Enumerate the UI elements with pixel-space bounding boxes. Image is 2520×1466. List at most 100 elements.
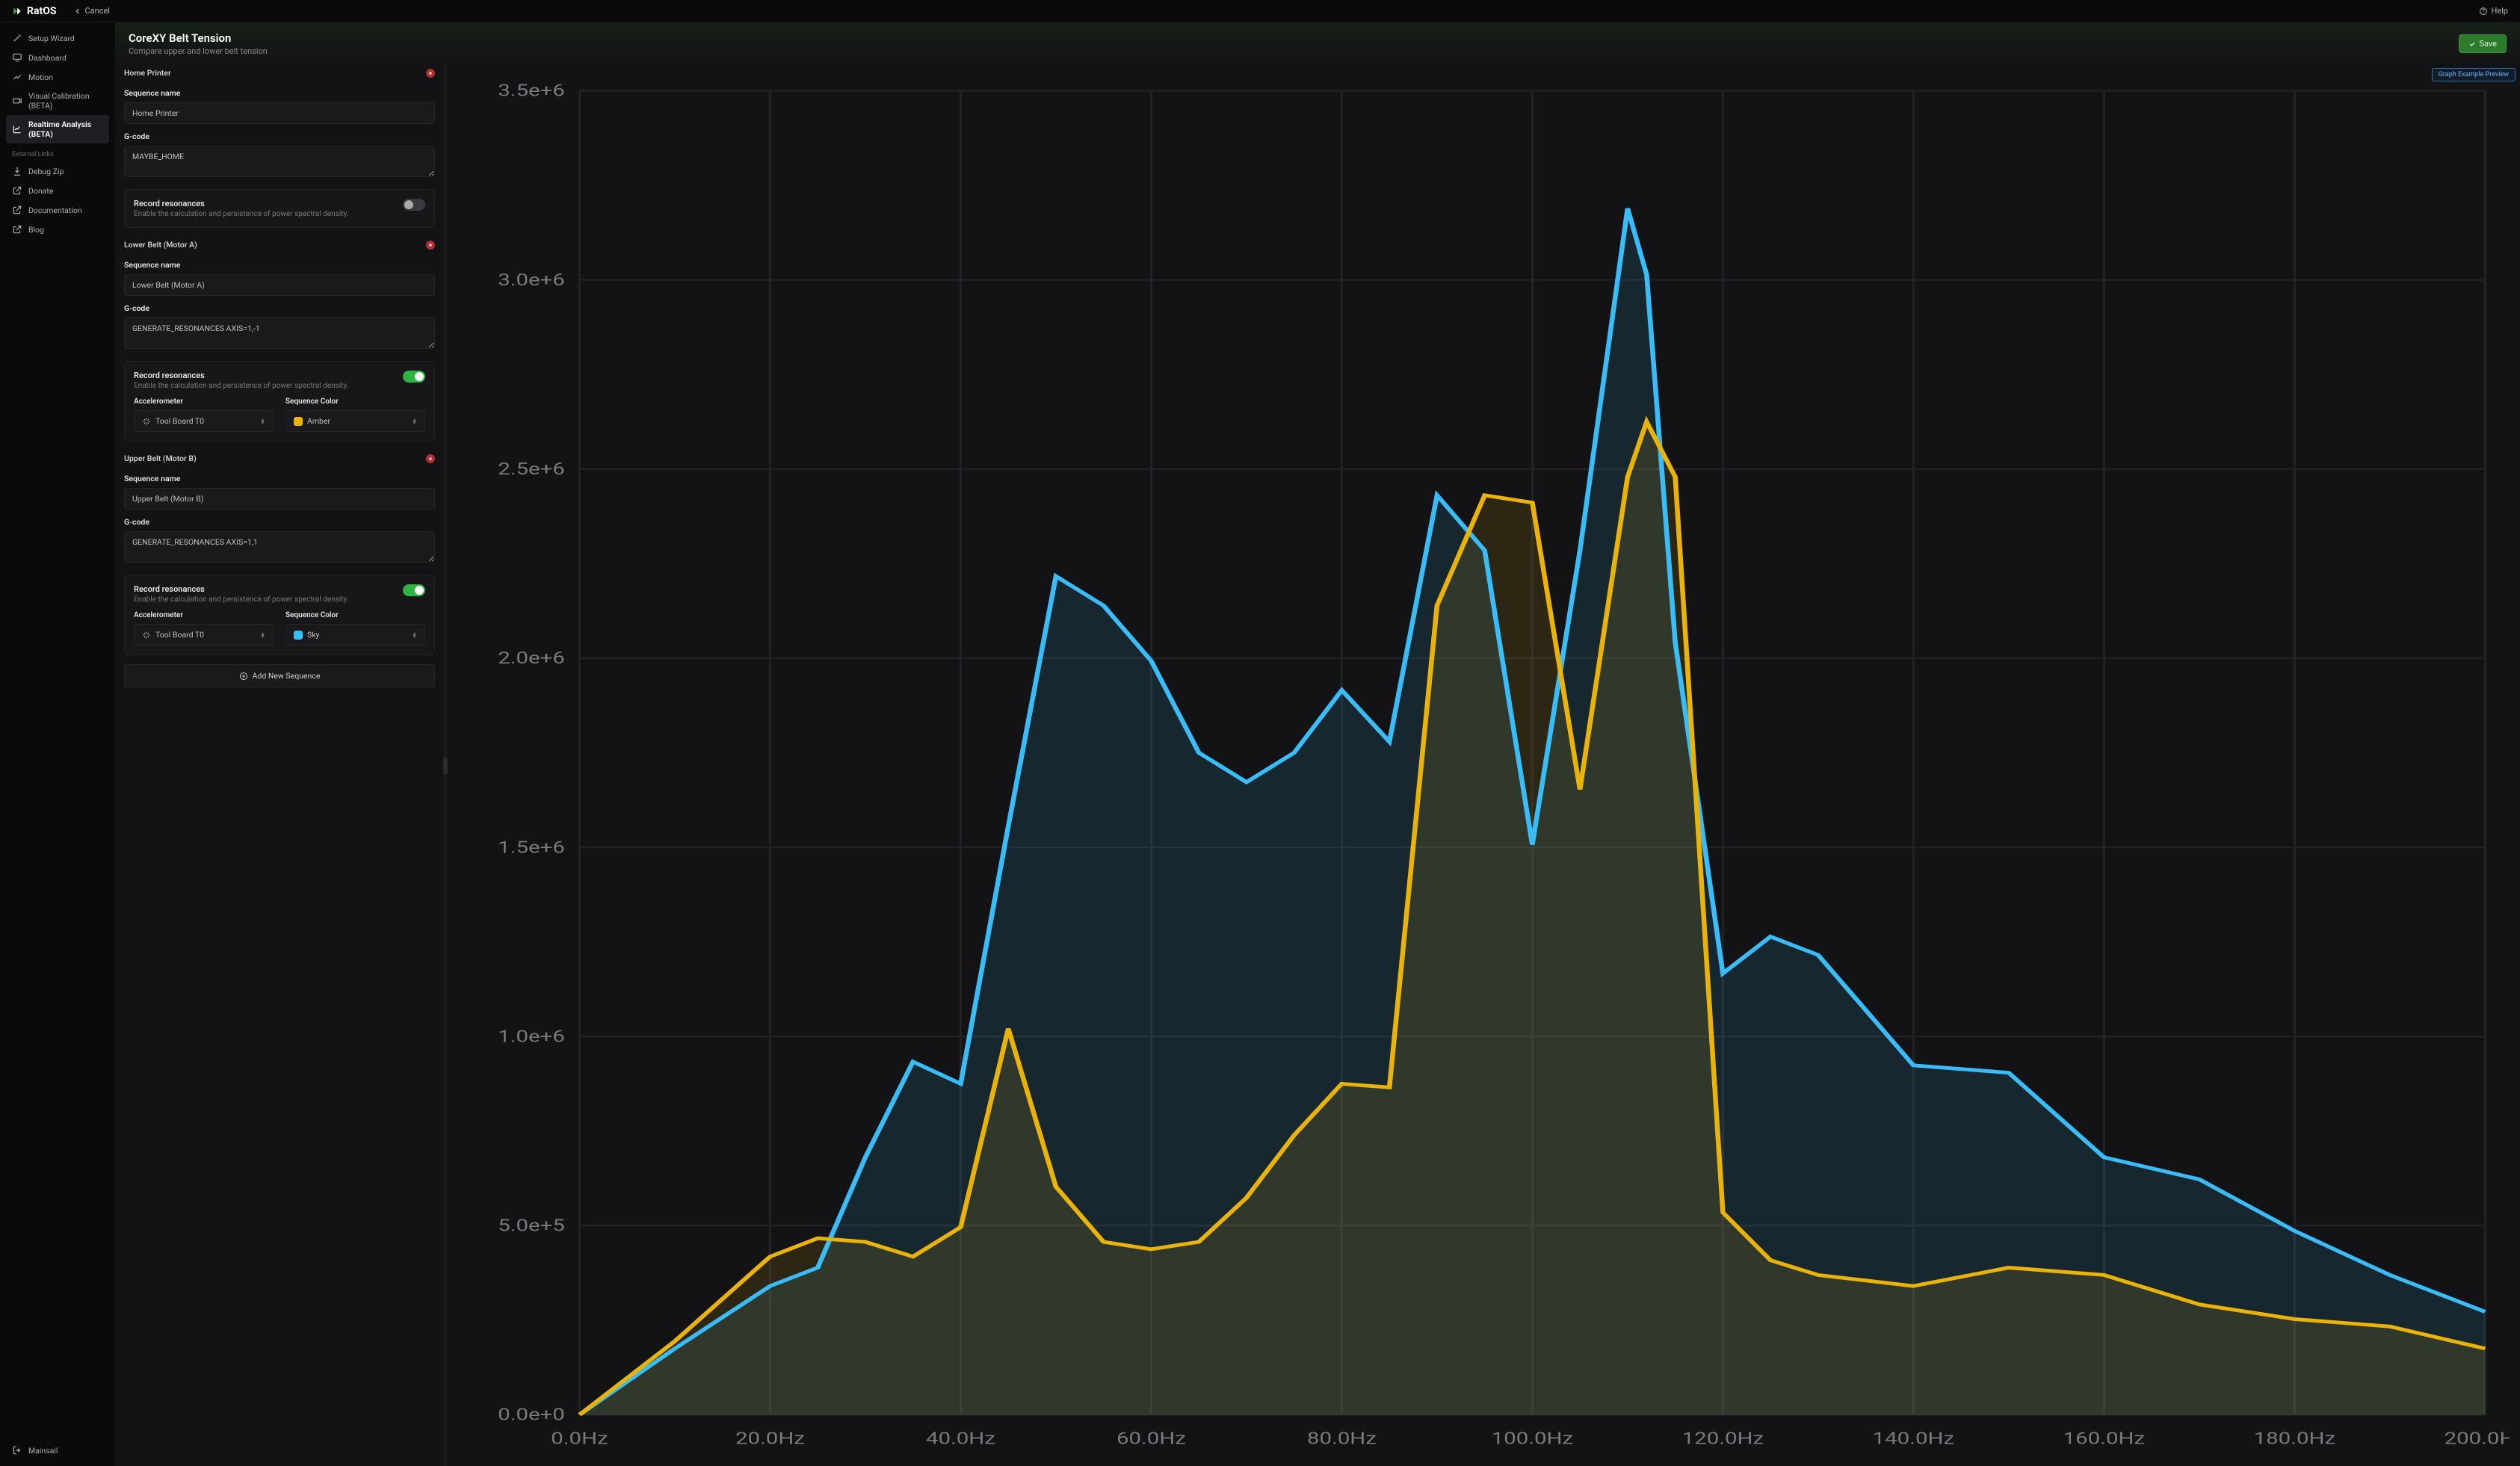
svg-text:80.0Hz: 80.0Hz	[1307, 1429, 1377, 1448]
sequence-name-input[interactable]	[124, 488, 435, 510]
field-label: Sequence name	[124, 88, 435, 98]
sequence-title: Upper Belt (Motor B)	[124, 454, 197, 463]
record-desc: Enable the calculation and persistence o…	[134, 210, 348, 218]
remove-sequence-button[interactable]	[426, 454, 435, 463]
svg-text:0.0e+0: 0.0e+0	[498, 1405, 565, 1424]
sidebar-item-setup-wizard[interactable]: Setup Wizard	[6, 28, 109, 48]
svg-text:2.0e+6: 2.0e+6	[498, 649, 565, 668]
sidebar-item-dashboard[interactable]: Dashboard	[6, 48, 109, 67]
external-link-icon	[12, 205, 22, 215]
chevron-updown-icon: ▲▼	[260, 418, 265, 424]
sidebar-item-blog[interactable]: Blog	[6, 220, 109, 239]
svg-text:120.0Hz: 120.0Hz	[1682, 1429, 1764, 1448]
svg-text:40.0Hz: 40.0Hz	[926, 1429, 995, 1448]
field-label: Sequence name	[124, 474, 435, 483]
color-select[interactable]: Amber ▲▼	[285, 410, 425, 432]
field-label: G-code	[124, 303, 435, 313]
chip-icon	[142, 631, 151, 640]
sidebar-section-external: External Links	[6, 143, 109, 161]
page-title: CoreXY Belt Tension	[129, 31, 268, 45]
sidebar-item-label: Debug Zip	[28, 167, 64, 176]
field-label: Sequence Color	[285, 611, 425, 619]
wand-icon	[12, 33, 22, 43]
sequence-title: Lower Belt (Motor A)	[124, 240, 197, 250]
topbar: RatOS Cancel Help	[0, 0, 2520, 22]
plus-circle-icon	[239, 672, 248, 681]
sidebar-item-motion[interactable]: Motion	[6, 67, 109, 87]
save-button[interactable]: Save	[2459, 34, 2507, 53]
sidebar-item-debug-zip[interactable]: Debug Zip	[6, 161, 109, 181]
camera-icon	[12, 96, 22, 106]
record-label: Record resonances	[134, 371, 348, 380]
sidebar-item-label: Dashboard	[28, 53, 67, 63]
add-sequence-button[interactable]: Add New Sequence	[124, 664, 435, 687]
check-icon	[2468, 40, 2476, 48]
sidebar-item-label: Motion	[28, 72, 53, 82]
color-swatch	[294, 417, 303, 426]
gcode-input[interactable]	[124, 146, 435, 177]
chevron-updown-icon: ▲▼	[412, 418, 417, 424]
close-icon	[428, 457, 433, 461]
color-select[interactable]: Sky ▲▼	[285, 624, 425, 646]
record-toggle[interactable]	[403, 584, 425, 596]
sidebar: Setup Wizard Dashboard Motion Visual Cal…	[0, 22, 115, 1466]
sequence-title: Home Printer	[124, 68, 171, 78]
close-icon	[428, 71, 433, 75]
color-swatch	[294, 631, 303, 640]
accelerometer-select[interactable]: Tool Board T0 ▲▼	[134, 624, 274, 646]
field-label: G-code	[124, 517, 435, 527]
sidebar-item-label: Documentation	[28, 205, 82, 215]
logo-icon	[12, 6, 22, 16]
cancel-button[interactable]: Cancel	[74, 6, 109, 16]
chevron-updown-icon: ▲▼	[412, 632, 417, 638]
sidebar-item-visual-calibration[interactable]: Visual Calibration (BETA)	[6, 87, 109, 115]
remove-sequence-button[interactable]	[426, 69, 435, 78]
sidebar-item-documentation[interactable]: Documentation	[6, 200, 109, 220]
help-button[interactable]: Help	[2479, 6, 2508, 16]
remove-sequence-button[interactable]	[426, 241, 435, 250]
close-icon	[428, 243, 433, 247]
gcode-input[interactable]	[124, 318, 435, 349]
sidebar-item-label: Setup Wizard	[28, 34, 75, 43]
sequence-panel: Home Printer Sequence name G-code Record…	[115, 65, 444, 1466]
svg-text:20.0Hz: 20.0Hz	[735, 1429, 805, 1448]
chip-icon	[142, 417, 151, 426]
sequence-card: Home Printer Sequence name G-code Record…	[124, 65, 435, 228]
sidebar-item-mainsail[interactable]: Mainsail	[6, 1441, 109, 1460]
svg-text:180.0Hz: 180.0Hz	[2254, 1429, 2335, 1448]
svg-text:100.0Hz: 100.0Hz	[1492, 1429, 1573, 1448]
sidebar-item-label: Blog	[28, 225, 44, 235]
exit-icon	[12, 1445, 22, 1456]
sidebar-item-donate[interactable]: Donate	[6, 181, 109, 200]
svg-text:0.0Hz: 0.0Hz	[551, 1429, 608, 1448]
sequence-name-input[interactable]	[124, 274, 435, 296]
sidebar-item-label: Visual Calibration (BETA)	[28, 91, 103, 111]
chevron-left-icon	[74, 7, 81, 15]
svg-text:160.0Hz: 160.0Hz	[2063, 1429, 2145, 1448]
svg-text:2.5e+6: 2.5e+6	[498, 460, 565, 479]
logo: RatOS	[12, 5, 56, 17]
svg-text:5.0e+5: 5.0e+5	[498, 1216, 565, 1235]
field-label: Accelerometer	[134, 611, 274, 619]
gcode-input[interactable]	[124, 531, 435, 563]
svg-text:60.0Hz: 60.0Hz	[1117, 1429, 1186, 1448]
chart-panel: Graph Example Preview 0.0Hz 20.0Hz 40.0Hz 6…	[447, 65, 2520, 1466]
chart-badge: Graph Example Preview	[2432, 68, 2516, 81]
svg-text:140.0Hz: 140.0Hz	[1873, 1429, 1954, 1448]
motion-icon	[12, 72, 22, 82]
sequence-name-input[interactable]	[124, 102, 435, 124]
sidebar-item-label: Donate	[28, 186, 53, 196]
field-label: Sequence Color	[285, 398, 425, 406]
field-label: Sequence name	[124, 260, 435, 270]
sequence-card: Lower Belt (Motor A) Sequence name G-cod…	[124, 237, 435, 442]
record-toggle[interactable]	[403, 199, 425, 211]
record-desc: Enable the calculation and persistence o…	[134, 596, 348, 604]
record-label: Record resonances	[134, 584, 348, 594]
sidebar-item-realtime-analysis[interactable]: Realtime Analysis (BETA)	[6, 115, 109, 143]
accelerometer-select[interactable]: Tool Board T0 ▲▼	[134, 410, 274, 432]
sidebar-item-label: Mainsail	[28, 1446, 58, 1456]
page-subtitle: Compare upper and lower belt tension	[129, 46, 268, 56]
external-link-icon	[12, 224, 22, 235]
record-toggle[interactable]	[403, 371, 425, 383]
svg-text:3.5e+6: 3.5e+6	[498, 81, 565, 100]
